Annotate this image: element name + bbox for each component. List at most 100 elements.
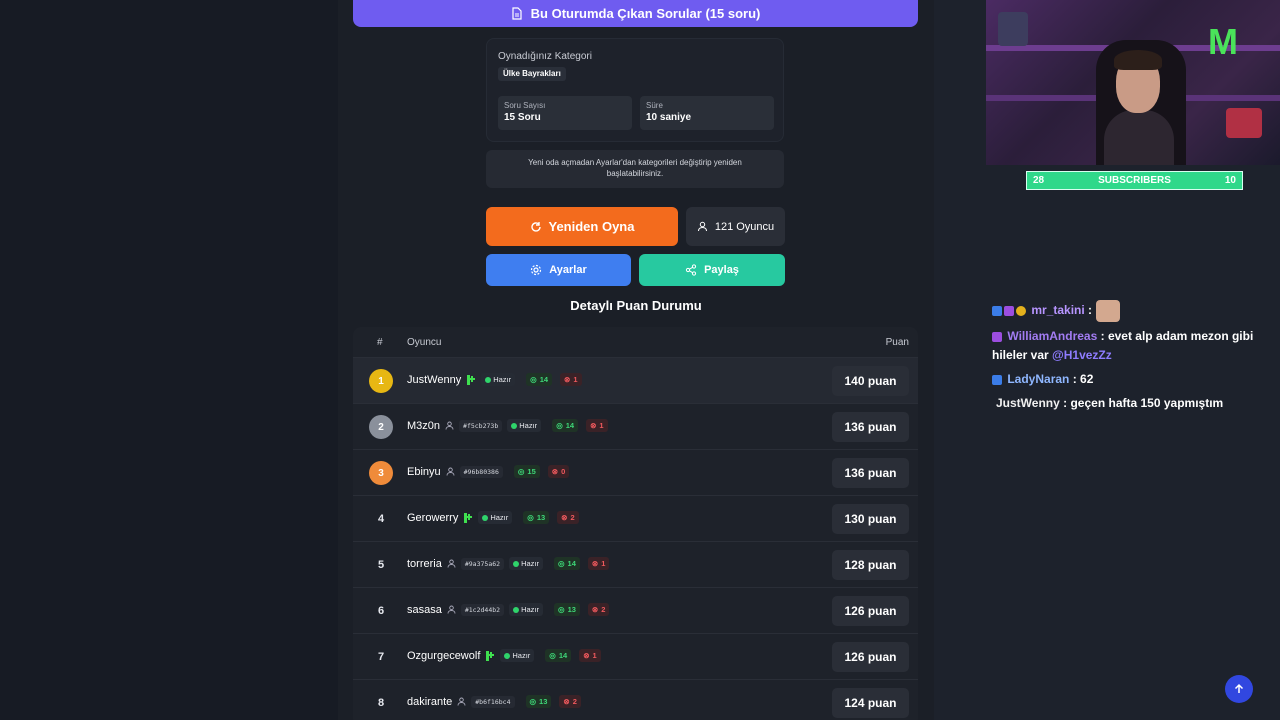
- score-badge: 136 puan: [832, 458, 909, 488]
- wrong-count: ⊗ 1: [560, 373, 582, 386]
- badge-icon: [992, 306, 1002, 316]
- table-row: 5 torreria #9a375a62 Hazır ◎ 14 ⊗ 1 128 puan: [353, 541, 918, 587]
- document-icon: [512, 7, 522, 20]
- category-badge: Ülke Bayrakları: [498, 67, 566, 81]
- player-cell: M3z0n #f5cb273b Hazır ◎ 14 ⊗ 1: [407, 419, 608, 432]
- check-circle-icon: ◎: [527, 513, 534, 522]
- table-row: 2 M3z0n #f5cb273b Hazır ◎ 14 ⊗ 1 136 puan: [353, 403, 918, 449]
- wrong-count: ⊗ 2: [587, 603, 610, 616]
- players-button[interactable]: 121 Oyuncu: [686, 207, 785, 246]
- header-num: #: [377, 337, 383, 348]
- correct-count: ◎ 13: [525, 695, 552, 708]
- results-panel: Bu Oturumda Çıkan Sorular (15 soru) Oyna…: [338, 0, 934, 720]
- check-icon: [511, 422, 518, 429]
- duration-label: Süre: [646, 101, 663, 110]
- correct-count: ◎ 13: [554, 603, 580, 616]
- ready-badge: Hazır: [509, 557, 543, 570]
- players-label: 121 Oyuncu: [714, 220, 775, 233]
- x-circle-icon: ⊗: [561, 513, 568, 522]
- correct-count: ◎ 15: [513, 465, 540, 478]
- guest-user-icon: [446, 467, 455, 476]
- left-background: [0, 0, 338, 720]
- stream-chat: mr_takini : WilliamAndreas : evet alp ad…: [992, 300, 1267, 418]
- rank-badge: 7: [377, 651, 385, 663]
- user-icon: [697, 221, 707, 232]
- replay-label: Yeniden Oyna: [548, 219, 635, 234]
- ready-label: Hazır: [493, 375, 512, 384]
- badge-icon: [992, 331, 1002, 342]
- rank-badge: 8: [377, 697, 385, 709]
- check-circle-icon: ◎: [529, 697, 537, 706]
- chat-username[interactable]: WilliamAndreas: [1007, 329, 1097, 343]
- category-card: Oynadığınız Kategori Ülke Bayrakları Sor…: [486, 38, 784, 142]
- question-count-box: Soru Sayısı 15 Soru: [498, 96, 632, 130]
- badge-icon: [1016, 306, 1026, 316]
- player-name: M3z0n: [407, 419, 441, 432]
- player-id-tag: #9a375a62: [460, 557, 505, 570]
- x-circle-icon: ⊗: [563, 697, 570, 706]
- score-badge: 128 puan: [832, 550, 909, 580]
- rank-badge: 6: [377, 605, 385, 617]
- rank-badge: 5: [377, 559, 385, 571]
- score-badge: 130 puan: [832, 504, 909, 534]
- wrong-value: 1: [599, 421, 604, 430]
- gear-icon: [531, 264, 542, 276]
- correct-value: 14: [567, 559, 576, 568]
- arrow-up-icon: [1234, 683, 1244, 693]
- wrong-count: ⊗ 0: [547, 465, 570, 478]
- x-circle-icon: ⊗: [564, 375, 571, 384]
- replay-button[interactable]: Yeniden Oyna: [486, 207, 678, 246]
- table-row: 8 dakirante #b6f16bc4 ◎ 13 ⊗ 2 124 puan: [353, 679, 918, 720]
- check-circle-icon: ◎: [530, 375, 537, 384]
- refresh-icon: [530, 221, 541, 232]
- check-circle-icon: ◎: [558, 605, 565, 614]
- ready-badge: Hazır: [500, 649, 535, 662]
- x-circle-icon: ⊗: [591, 605, 599, 614]
- settings-label: Ayarlar: [549, 264, 587, 276]
- header-player: Oyuncu: [407, 337, 442, 348]
- table-row: 1 JustWenny Hazır ◎ 14 ⊗ 1 140 puan: [353, 357, 918, 403]
- ready-badge: Hazır: [509, 603, 544, 616]
- player-id-tag: #f5cb273b: [459, 419, 503, 432]
- question-count-value: 15 Soru: [504, 112, 541, 123]
- section-title: Detaylı Puan Durumu: [570, 298, 702, 313]
- rank-badge: 3: [369, 461, 393, 485]
- player-cell: Ebinyu #96b80386 ◎ 15 ⊗ 0: [407, 465, 570, 478]
- wrong-value: 2: [601, 605, 606, 614]
- chat-message: WilliamAndreas : evet alp adam mezon gib…: [992, 329, 1254, 362]
- chat-mention[interactable]: @H1vezZz: [1052, 348, 1112, 362]
- chat-username[interactable]: LadyNaran: [1007, 372, 1069, 386]
- correct-value: 13: [539, 697, 548, 706]
- check-icon: [485, 376, 492, 383]
- player-cell: dakirante #b6f16bc4 ◎ 13 ⊗ 2: [407, 695, 581, 708]
- check-circle-icon: ◎: [558, 559, 565, 568]
- chat-message: LadyNaran : 62: [992, 370, 1267, 389]
- score-badge: 126 puan: [832, 642, 909, 672]
- player-name: Gerowerry: [407, 511, 459, 524]
- share-button[interactable]: Paylaş: [639, 254, 785, 286]
- player-name: sasasa: [407, 603, 442, 616]
- chat-username[interactable]: mr_takini: [1031, 303, 1084, 317]
- guest-user-icon: [445, 421, 454, 430]
- correct-count: ◎ 14: [545, 649, 572, 662]
- chat-username[interactable]: JustWenny: [996, 396, 1060, 410]
- settings-button[interactable]: Ayarlar: [486, 254, 631, 286]
- ready-badge: Hazır: [507, 419, 542, 432]
- correct-value: 14: [539, 375, 549, 384]
- scroll-to-top-button[interactable]: [1225, 675, 1253, 703]
- correct-count: ◎ 14: [552, 419, 579, 432]
- table-row: 4 Gerowerry Hazır ◎ 13 ⊗ 2 130 puan: [353, 495, 918, 541]
- wrong-value: 1: [601, 559, 606, 568]
- player-cell: Ozgurgecewolf Hazır ◎ 14 ⊗ 1: [407, 649, 601, 662]
- correct-value: 15: [527, 467, 536, 476]
- monster-logo: M: [1208, 21, 1238, 62]
- session-questions-button[interactable]: Bu Oturumda Çıkan Sorular (15 soru): [353, 0, 918, 27]
- kick-icon: [486, 650, 495, 661]
- badge-icon: [1004, 306, 1014, 316]
- header-score: Puan: [885, 337, 909, 348]
- ready-label: Hazır: [512, 651, 531, 660]
- ready-label: Hazır: [490, 513, 509, 522]
- kick-icon: [467, 374, 476, 385]
- x-circle-icon: ⊗: [583, 651, 590, 660]
- score-badge: 140 puan: [832, 366, 909, 396]
